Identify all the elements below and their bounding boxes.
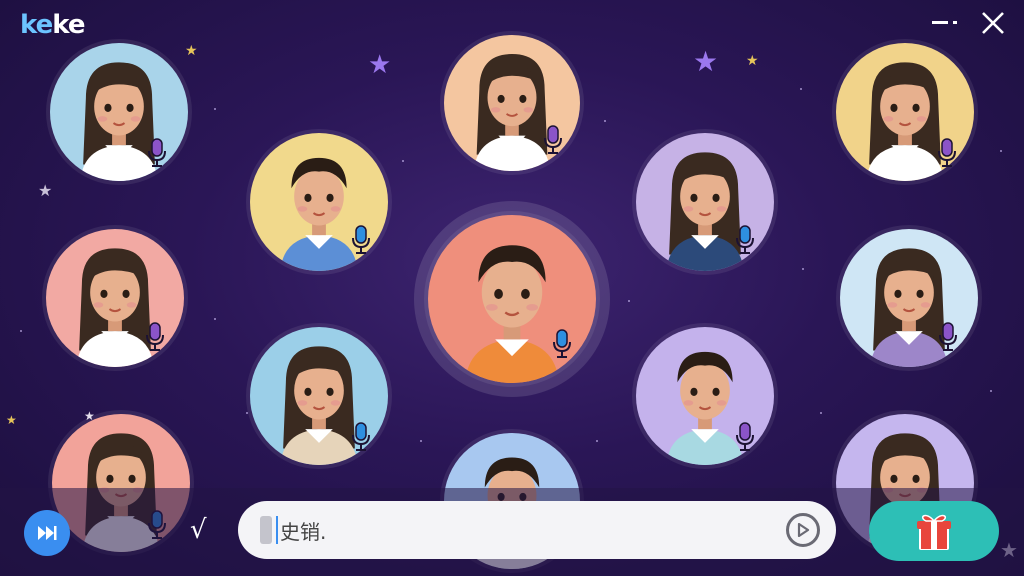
microphone-icon — [937, 322, 959, 352]
gift-button[interactable] — [869, 501, 999, 561]
gift-icon — [917, 514, 951, 550]
logo-text-part1: ke — [20, 10, 53, 40]
send-button[interactable] — [786, 513, 820, 547]
star-icon: ★ — [38, 181, 53, 200]
microphone-icon — [734, 422, 756, 452]
chat-input-text: 史销. — [280, 519, 327, 544]
microphone-icon — [146, 138, 168, 168]
chat-input[interactable]: 史销. — [238, 501, 836, 559]
microphone-icon — [734, 225, 756, 255]
send-arrow-icon — [797, 523, 810, 537]
star-icon: ★ — [746, 53, 759, 69]
check-mark[interactable]: √ — [190, 515, 207, 545]
app-logo: keke — [20, 10, 85, 40]
input-caret — [276, 516, 278, 544]
microphone-icon — [144, 322, 166, 352]
microphone-icon — [936, 138, 958, 168]
fast-forward-button[interactable] — [24, 510, 70, 556]
microphone-icon — [551, 329, 573, 359]
star-icon: ★ — [368, 50, 392, 80]
star-icon: ★ — [185, 43, 198, 59]
text-cursor-icon — [260, 516, 272, 544]
microphone-icon — [542, 125, 564, 155]
logo-text-part2: ke — [52, 10, 85, 40]
minimize-icon — [932, 21, 957, 24]
close-icon — [982, 12, 1004, 34]
microphone-icon — [350, 422, 372, 452]
minimize-button[interactable] — [932, 12, 960, 38]
fast-forward-icon — [38, 526, 57, 540]
microphone-icon — [350, 225, 372, 255]
close-button[interactable] — [980, 10, 1006, 43]
star-icon: ★ — [6, 413, 17, 427]
star-icon: ★ — [693, 45, 719, 78]
